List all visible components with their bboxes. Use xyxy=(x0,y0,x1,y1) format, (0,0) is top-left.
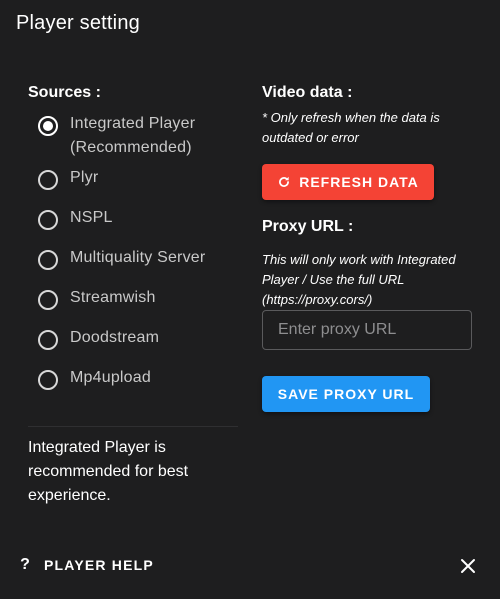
question-mark-icon: ? xyxy=(20,556,30,573)
source-option-label: Integrated Player (Recommended) xyxy=(70,115,196,156)
sources-label: Sources : xyxy=(28,84,101,101)
source-option-nspl[interactable]: NSPL xyxy=(28,206,238,246)
source-option-label: Multiquality Server xyxy=(70,249,206,266)
source-option-doodstream[interactable]: Doodstream xyxy=(28,326,238,366)
sources-radio-group: Integrated Player (Recommended) Plyr NSP… xyxy=(28,112,238,406)
dialog-footer: ? PLAYER HELP xyxy=(0,548,500,588)
source-option-streamwish[interactable]: Streamwish xyxy=(28,286,238,326)
radio-unchecked-icon[interactable] xyxy=(38,330,58,350)
source-option-mp4upload[interactable]: Mp4upload xyxy=(28,366,238,406)
radio-checked-icon[interactable] xyxy=(38,116,58,136)
refresh-button-label: REFRESH DATA xyxy=(299,174,419,190)
dialog-title: Player setting xyxy=(16,12,140,34)
source-option-label: Streamwish xyxy=(70,289,156,306)
proxy-url-label: Proxy URL : xyxy=(262,218,354,235)
sources-recommendation-note: Integrated Player is recommended for bes… xyxy=(28,439,189,504)
player-settings-dialog: Player setting Sources : Integrated Play… xyxy=(0,0,500,599)
player-help-label: PLAYER HELP xyxy=(44,557,154,573)
source-option-label: Doodstream xyxy=(70,329,160,346)
proxy-url-note: This will only work with Integrated Play… xyxy=(262,252,456,307)
proxy-url-input[interactable] xyxy=(262,310,472,350)
radio-unchecked-icon[interactable] xyxy=(38,290,58,310)
video-data-panel: Video data : * Only refresh when the dat… xyxy=(262,84,474,412)
source-option-multiquality-server[interactable]: Multiquality Server xyxy=(28,246,238,286)
source-option-label: NSPL xyxy=(70,209,113,226)
sources-divider xyxy=(28,426,238,427)
source-option-label: Plyr xyxy=(70,169,99,186)
refresh-icon xyxy=(277,175,291,189)
close-button[interactable] xyxy=(456,554,480,578)
sources-panel: Sources : Integrated Player (Recommended… xyxy=(28,84,238,406)
video-data-note: * Only refresh when the data is outdated… xyxy=(262,110,440,145)
radio-unchecked-icon[interactable] xyxy=(38,170,58,190)
video-data-label: Video data : xyxy=(262,84,353,101)
radio-unchecked-icon[interactable] xyxy=(38,250,58,270)
refresh-data-button[interactable]: REFRESH DATA xyxy=(262,164,434,200)
player-help-button[interactable]: ? PLAYER HELP xyxy=(18,556,154,574)
source-option-label: Mp4upload xyxy=(70,369,151,386)
source-option-integrated-player[interactable]: Integrated Player (Recommended) xyxy=(28,112,238,166)
source-option-plyr[interactable]: Plyr xyxy=(28,166,238,206)
close-icon xyxy=(461,559,475,573)
save-proxy-url-button[interactable]: SAVE PROXY URL xyxy=(262,376,430,412)
radio-unchecked-icon[interactable] xyxy=(38,370,58,390)
radio-unchecked-icon[interactable] xyxy=(38,210,58,230)
